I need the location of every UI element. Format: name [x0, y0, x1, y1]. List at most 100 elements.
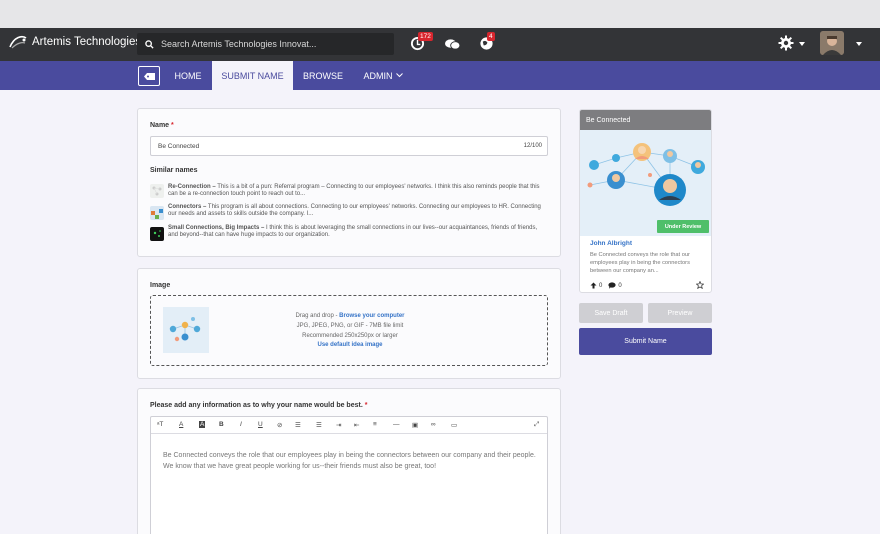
preview-button[interactable]: Preview — [648, 303, 712, 323]
similar-thumb-3 — [150, 227, 164, 241]
info-label-text: Please add any information as to why you… — [150, 402, 363, 409]
connectors-icon — [151, 209, 163, 219]
name-input[interactable]: Be Connected 12/100 — [150, 136, 548, 156]
required-mark: * — [171, 122, 174, 129]
editor-content[interactable]: Be Connected conveys the role that our e… — [163, 450, 538, 472]
name-card: Name * Be Connected 12/100 Similar names… — [137, 108, 561, 257]
alerts-button[interactable]: 4 — [479, 32, 495, 56]
tab-submit-name-label: SUBMIT NAME — [221, 70, 284, 81]
fullscreen-icon[interactable]: ⤢ — [534, 421, 539, 429]
info-card: Please add any information as to why you… — [137, 388, 561, 534]
image-dropzone[interactable]: Drag and drop - Browse your computer JPG… — [150, 295, 548, 366]
name-label-text: Name — [150, 122, 170, 129]
status-badge: Under Review — [657, 220, 709, 233]
search-input[interactable]: Search Artemis Technologies Innovat... — [137, 33, 394, 55]
tab-admin[interactable]: ADMIN — [360, 61, 406, 90]
info-label: Please add any information as to why you… — [150, 402, 367, 409]
editor-toolbar: ᵃT A A B I U ⊘ ☰ ☰ ⇥ ⇤ ≡ — ▣ ∞ ▭ ⤢ — [151, 417, 547, 434]
italic-icon[interactable]: I — [240, 421, 242, 428]
bullet-list-icon[interactable]: ☰ — [295, 421, 301, 429]
browse-computer-link[interactable]: Browse your computer — [339, 313, 404, 319]
image-card: Image Drag and drop - Browse your comput… — [137, 268, 561, 379]
drag-drop-label: Drag and drop - — [295, 313, 340, 319]
background-color-icon[interactable]: A — [199, 421, 206, 428]
drag-drop-text: Drag and drop - Browse your computer — [151, 313, 549, 319]
link-icon[interactable]: ∞ — [431, 421, 436, 428]
name-label: Name * — [150, 122, 174, 129]
similar-name-item[interactable]: Re-Connection – This is a bit of a pun: … — [168, 184, 548, 199]
preview-stats: 0 0 — [590, 282, 622, 289]
video-icon[interactable]: ▭ — [451, 421, 457, 429]
comment-icon[interactable] — [608, 282, 616, 289]
upvote-count: 0 — [599, 282, 603, 289]
settings-button[interactable] — [778, 35, 794, 56]
company-logo[interactable]: Artemis Technologies — [8, 34, 141, 50]
main-nav: HOME SUBMIT NAME BROWSE ADMIN — [0, 61, 880, 90]
similar-name-item[interactable]: Connectors – This program is all about c… — [168, 204, 548, 219]
horizontal-rule-icon[interactable]: — — [393, 421, 400, 428]
avatar-image — [820, 31, 844, 55]
similar-name-text: This program is all about connections. C… — [168, 204, 541, 218]
similar-name-title: Small Connections, Big Impacts – — [168, 225, 265, 231]
image-icon[interactable]: ▣ — [412, 421, 418, 429]
upvote-icon[interactable] — [590, 282, 597, 289]
preview-card: Be Connected Under Review John Albright … — [579, 109, 712, 293]
strikethrough-icon[interactable]: ⊘ — [277, 421, 282, 429]
submit-name-button[interactable]: Submit Name — [579, 328, 712, 355]
align-icon[interactable]: ≡ — [373, 421, 377, 428]
underline-icon[interactable]: U — [258, 421, 263, 428]
rich-text-editor[interactable]: ᵃT A A B I U ⊘ ☰ ☰ ⇥ ⇤ ≡ — ▣ ∞ ▭ ⤢ Be Co… — [150, 416, 548, 534]
font-color-icon[interactable]: A — [179, 421, 183, 428]
outdent-icon[interactable]: ⇤ — [354, 421, 359, 429]
user-menu-chevron-down-icon[interactable] — [856, 42, 862, 46]
notifications-button[interactable]: 172 — [410, 32, 433, 56]
use-default-image-link[interactable]: Use default idea image — [317, 342, 382, 348]
star-icon[interactable] — [696, 281, 704, 289]
preview-description: Be Connected conveys the role that our e… — [590, 252, 690, 275]
search-placeholder: Search Artemis Technologies Innovat... — [161, 39, 317, 49]
similar-name-title: Connectors – — [168, 204, 207, 210]
font-size-icon[interactable]: ᵃT — [157, 421, 163, 428]
image-label: Image — [150, 282, 171, 289]
author-link[interactable]: John Albright — [590, 240, 632, 247]
impact-icon — [153, 230, 161, 237]
tab-home-label: HOME — [174, 70, 202, 81]
tag-icon — [143, 72, 155, 80]
company-name: Artemis Technologies — [32, 36, 142, 48]
bold-icon[interactable]: B — [219, 421, 224, 428]
menu-toggle-button[interactable] — [138, 66, 160, 86]
tab-submit-name[interactable]: SUBMIT NAME — [212, 61, 293, 90]
default-image-link-wrap: Use default idea image — [151, 342, 549, 348]
messages-button[interactable] — [444, 38, 461, 56]
artemis-logo-icon — [9, 35, 27, 49]
file-formats-text: JPG, JPEG, PNG, or GIF - 7MB file limit — [296, 323, 404, 329]
tab-home[interactable]: HOME — [167, 61, 209, 90]
user-avatar[interactable] — [820, 31, 844, 55]
settings-chevron-down-icon[interactable] — [799, 42, 805, 46]
top-bar: Artemis Technologies Search Artemis Tech… — [0, 28, 880, 61]
similar-name-item[interactable]: Small Connections, Big Impacts – I think… — [168, 225, 548, 240]
save-draft-button[interactable]: Save Draft — [579, 303, 643, 323]
admin-chevron-down-icon — [395, 73, 403, 78]
tab-browse-label: BROWSE — [302, 70, 343, 81]
similar-name-title: Re-Connection – — [168, 184, 216, 190]
gear-icon — [778, 35, 794, 51]
name-input-value: Be Connected — [158, 142, 200, 150]
search-icon — [145, 39, 154, 49]
preview-card-image: Under Review — [580, 130, 711, 236]
tab-browse[interactable]: BROWSE — [298, 61, 348, 90]
indent-icon[interactable]: ⇥ — [336, 421, 341, 429]
name-char-counter: 12/100 — [523, 143, 542, 149]
recommended-size-text: Recommended 250x250px or larger — [302, 333, 398, 339]
notifications-badge: 172 — [418, 32, 433, 41]
similar-names-label: Similar names — [150, 167, 198, 174]
chat-icon — [445, 39, 461, 50]
numbered-list-icon[interactable]: ☰ — [316, 421, 322, 429]
similar-name-text: This is a bit of a pun: Referral program… — [168, 184, 540, 198]
network-icon — [152, 186, 162, 196]
tab-admin-label: ADMIN — [363, 70, 393, 81]
preview-card-title: Be Connected — [580, 110, 711, 130]
alerts-badge: 4 — [487, 32, 495, 41]
required-mark: * — [364, 402, 368, 409]
comment-count: 0 — [618, 282, 622, 289]
